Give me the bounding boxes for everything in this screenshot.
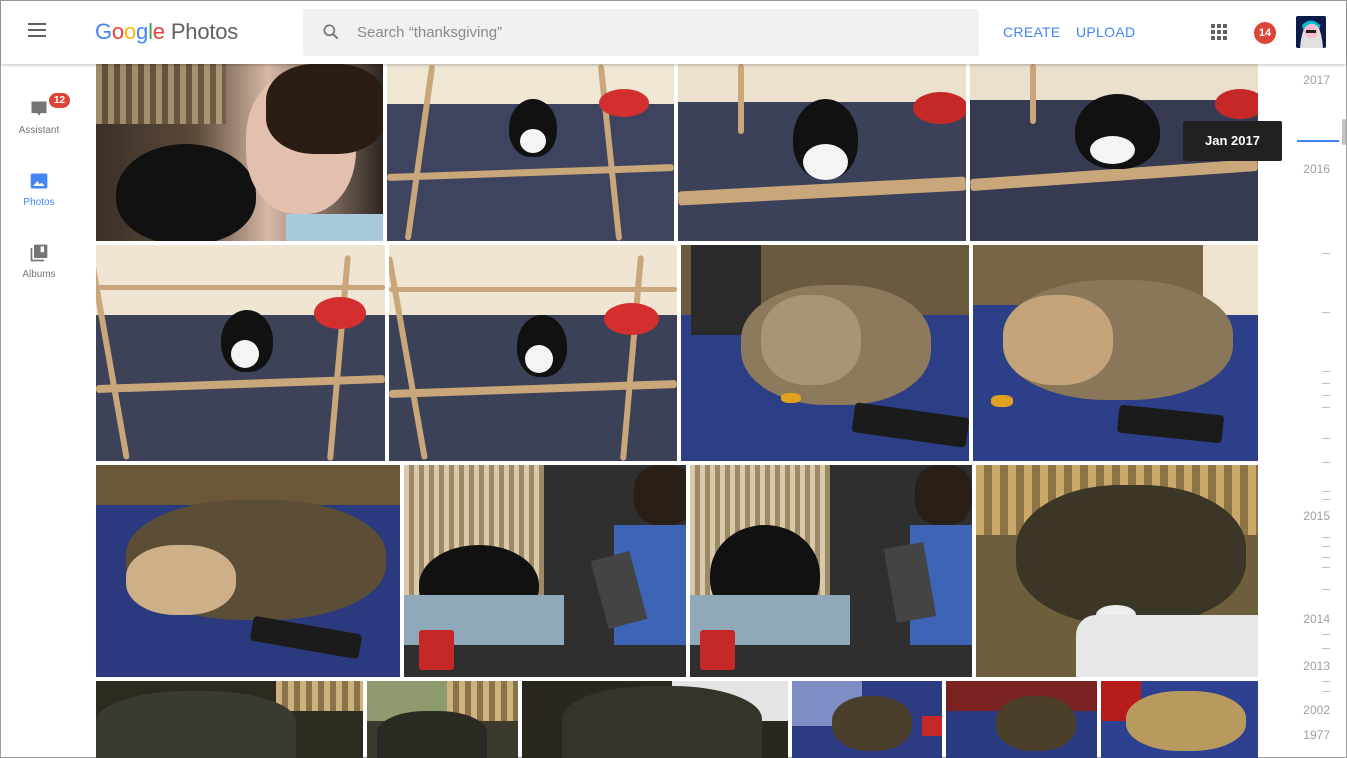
timeline-tick	[1322, 462, 1330, 463]
search-input[interactable]	[357, 9, 957, 56]
photo-thumbnail[interactable]	[367, 681, 518, 758]
photo-thumbnail[interactable]	[678, 64, 966, 241]
avatar-image	[1296, 16, 1326, 48]
timeline-tick	[1322, 312, 1330, 313]
notifications-badge[interactable]: 14	[1254, 22, 1276, 44]
photo-thumbnail[interactable]	[946, 681, 1097, 758]
photo-thumbnail[interactable]	[404, 465, 686, 677]
apps-grid-icon[interactable]	[1211, 24, 1229, 42]
timeline-tick	[1322, 648, 1330, 649]
timeline-current-marker[interactable]	[1297, 140, 1339, 142]
timeline-date-tooltip: Jan 2017	[1183, 121, 1282, 161]
logo-letter: o	[123, 19, 137, 44]
nav-item-albums[interactable]: Albums	[13, 243, 65, 280]
timeline-tick	[1322, 589, 1330, 590]
timeline-tick	[1322, 491, 1330, 492]
timeline-tick	[1322, 681, 1330, 682]
assistant-badge: 12	[49, 93, 71, 108]
photo-icon	[30, 173, 48, 189]
timeline-tick	[1322, 557, 1330, 558]
timeline-year-label[interactable]: 2017	[1303, 73, 1330, 87]
timeline-year-label[interactable]: 2014	[1303, 612, 1330, 626]
nav-item-label: Assistant	[18, 125, 60, 136]
timeline-tick	[1322, 253, 1330, 254]
logo-letter: g	[136, 19, 149, 44]
assistant-icon	[31, 101, 47, 116]
photo-thumbnail[interactable]	[389, 245, 677, 461]
top-app-bar: GooglePhotos CREATE UPLOAD 14	[1, 1, 1346, 64]
photo-thumbnail[interactable]	[96, 681, 363, 758]
timeline-tick	[1322, 438, 1330, 439]
timeline-tick	[1322, 499, 1330, 500]
timeline-year-label[interactable]: 1977	[1303, 728, 1330, 742]
logo-letter: G	[95, 19, 112, 44]
search-bar[interactable]	[303, 9, 979, 56]
timeline-tick	[1322, 395, 1330, 396]
timeline-tick	[1322, 546, 1330, 547]
product-name: Photos	[170, 19, 239, 44]
google-photos-logo[interactable]: Google Photos	[95, 19, 238, 45]
photo-thumbnail[interactable]	[976, 465, 1258, 677]
photo-thumbnail[interactable]	[690, 465, 972, 677]
albums-icon	[30, 244, 48, 262]
photo-thumbnail[interactable]	[681, 245, 969, 461]
nav-item-photos[interactable]: Photos	[13, 171, 65, 208]
photo-thumbnail[interactable]	[387, 64, 674, 241]
timeline-tick	[1322, 537, 1330, 538]
timeline-tick	[1322, 567, 1330, 568]
timeline-year-label[interactable]: 2016	[1303, 162, 1330, 176]
photo-thumbnail[interactable]	[522, 681, 788, 758]
photo-thumbnail[interactable]	[1101, 681, 1258, 758]
nav-item-assistant[interactable]: 12 Assistant	[13, 93, 71, 136]
photo-thumbnail[interactable]	[96, 465, 400, 677]
create-button[interactable]: CREATE	[1003, 24, 1061, 40]
logo-letter: e	[152, 19, 165, 44]
timeline-tick	[1322, 634, 1330, 635]
timeline-tick	[1322, 371, 1330, 372]
timeline-tick	[1322, 407, 1330, 408]
upload-button[interactable]: UPLOAD	[1076, 24, 1135, 40]
nav-item-label: Photos	[23, 197, 55, 208]
logo-letter: o	[111, 19, 124, 44]
avatar[interactable]	[1296, 16, 1326, 48]
photo-thumbnail[interactable]	[96, 245, 385, 461]
photo-thumbnail[interactable]	[973, 245, 1258, 461]
photo-thumbnail[interactable]	[96, 64, 383, 241]
timeline-year-label[interactable]: 2013	[1303, 659, 1330, 673]
search-icon[interactable]	[321, 22, 341, 42]
photo-thumbnail[interactable]	[792, 681, 942, 758]
scrollbar-thumb[interactable]	[1342, 119, 1346, 145]
timeline-year-label[interactable]: 2002	[1303, 703, 1330, 717]
timeline-tick	[1322, 383, 1330, 384]
main-menu-icon[interactable]	[23, 19, 51, 47]
timeline-tick	[1322, 691, 1330, 692]
timeline-year-label[interactable]: 2015	[1303, 509, 1330, 523]
nav-item-label: Albums	[22, 269, 56, 280]
